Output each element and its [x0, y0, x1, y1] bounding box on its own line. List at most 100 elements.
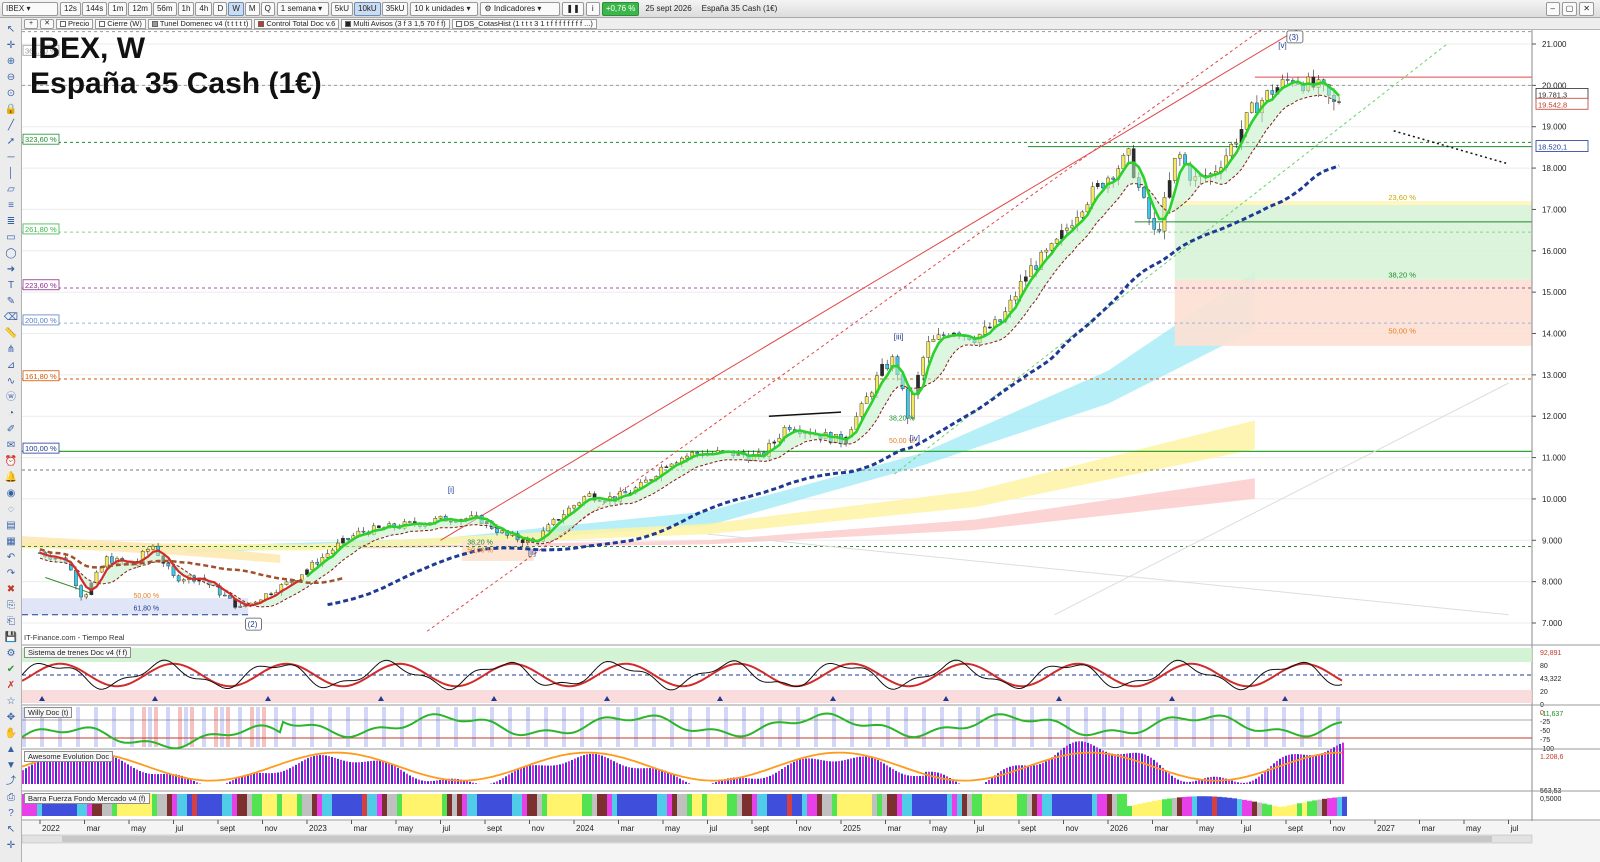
grid-icon[interactable]: ▦	[3, 534, 19, 549]
close-icon[interactable]: ✕	[1579, 1, 1594, 16]
awesome-histogram-bar	[493, 782, 495, 784]
pause-button[interactable]: ❚❚	[562, 1, 584, 16]
delete-icon[interactable]: ✗	[3, 678, 19, 693]
eye-icon[interactable]: ◉	[3, 486, 19, 501]
rectangle-icon[interactable]: ▭	[3, 230, 19, 245]
up-icon[interactable]: ▲	[3, 742, 19, 757]
add-indicator-icon[interactable]: +	[24, 18, 38, 29]
trend-line-icon[interactable]: ╱	[3, 118, 19, 133]
period-selector[interactable]: 1 semana ▾	[276, 1, 329, 16]
pencil-icon[interactable]: ✎	[3, 294, 19, 309]
timeframe-button-m[interactable]: M	[244, 1, 260, 16]
fib-retracement-icon[interactable]: ≡	[3, 198, 19, 213]
star-icon[interactable]: ☆	[3, 694, 19, 709]
crosshair-icon[interactable]: ✛	[3, 838, 19, 853]
timeframe-button-144s[interactable]: 144s	[81, 1, 108, 16]
indicator-tab[interactable]: Multi Avisos (3 f 3 1,5 70 f f)	[341, 18, 450, 29]
ray-line-icon[interactable]: ➚	[3, 134, 19, 149]
wave-label-icon[interactable]: ⓦ	[3, 390, 19, 405]
panel-title[interactable]: Barra Fuerza Fondo Mercado v4 (f)	[24, 793, 150, 804]
ellipse-icon[interactable]: ◯	[3, 246, 19, 261]
indicator-tab[interactable]: DS_CotasHist (1 t t t 3 1 t f f f f f f …	[451, 18, 597, 29]
chart-canvas[interactable]: 361,80 %323,60 %261,80 %223,60 %200,00 %…	[22, 30, 1600, 862]
save-icon[interactable]: 💾	[3, 630, 19, 645]
note-icon[interactable]: ✉	[3, 438, 19, 453]
minimize-icon[interactable]: –	[1545, 1, 1560, 16]
hand-icon[interactable]: ✋	[3, 726, 19, 741]
cursor-icon[interactable]: ↖	[3, 822, 19, 837]
size-button-35ku[interactable]: 35kU	[381, 1, 409, 16]
brush-icon[interactable]: ✐	[3, 422, 19, 437]
cycle-icon[interactable]: ◔	[3, 406, 19, 421]
magnet-icon[interactable]: ⊙	[3, 86, 19, 101]
size-button-5ku[interactable]: 5kU	[330, 1, 354, 16]
settings-icon[interactable]: ⚙	[3, 646, 19, 661]
barra-block	[882, 794, 887, 816]
panel-title[interactable]: Awesome Evolution Doc	[24, 751, 114, 762]
indicator-color-swatch[interactable]	[99, 20, 106, 27]
layers-icon[interactable]: ▤	[3, 518, 19, 533]
fib-extension-icon[interactable]: ≣	[3, 214, 19, 229]
copy-icon[interactable]: ⎘	[3, 598, 19, 613]
maximize-icon[interactable]: ▢	[1561, 1, 1578, 16]
timeframe-button-d[interactable]: D	[213, 1, 228, 16]
undo-icon[interactable]: ↶	[3, 550, 19, 565]
awesome-histogram-bar	[523, 766, 525, 784]
close-indicator-icon[interactable]: ✕	[40, 18, 54, 29]
vertical-line-icon[interactable]: │	[3, 166, 19, 181]
pitchfork-icon[interactable]: ⋔	[3, 342, 19, 357]
eraser-icon[interactable]: ⌫	[3, 310, 19, 325]
elliott-wave-icon[interactable]: ∿	[3, 374, 19, 389]
timeframe-button-1h[interactable]: 1h	[177, 1, 195, 16]
alarm-icon[interactable]: ⏰	[3, 454, 19, 469]
indicators-button[interactable]: ⚙ Indicadores ▾	[480, 1, 561, 16]
crosshair-icon[interactable]: ✛	[3, 38, 19, 53]
lock-icon[interactable]: 🔒	[3, 102, 19, 117]
chart-area[interactable]: 361,80 % 323,60 % 261,80 % 223,60 % 200,00 %…	[22, 30, 1600, 862]
gann-icon[interactable]: ⊿	[3, 358, 19, 373]
down-icon[interactable]: ▼	[3, 758, 19, 773]
ruler-icon[interactable]: 📏	[3, 326, 19, 341]
timeframe-button-1m[interactable]: 1m	[108, 1, 128, 16]
help-icon[interactable]: ?	[3, 806, 19, 821]
indicator-color-swatch[interactable]	[345, 20, 352, 27]
panel-title[interactable]: Willy Doc (t)	[24, 707, 73, 718]
indicator-tab[interactable]: Cierre (W)	[95, 18, 146, 29]
cursor-icon[interactable]: ↖	[3, 22, 19, 37]
timeframe-button-4h[interactable]: 4h	[195, 1, 213, 16]
zoom-icon[interactable]: ⊕	[3, 54, 19, 69]
trash-icon[interactable]: ✖	[3, 582, 19, 597]
print-icon[interactable]: ⎙	[3, 790, 19, 805]
awesome-histogram-bar	[1252, 780, 1254, 784]
indicator-tab[interactable]: Tunel Domenec v4 (t t t t t)	[147, 18, 253, 29]
panel-title[interactable]: Sistema de trenes Doc v4 (f f)	[24, 647, 132, 658]
indicator-tab[interactable]: Precio	[56, 18, 94, 29]
text-icon[interactable]: T	[3, 278, 19, 293]
size-button-10ku[interactable]: 10kU	[354, 1, 381, 16]
zoom-out-icon[interactable]: ⊖	[3, 70, 19, 85]
checkbox-icon[interactable]: ✔	[3, 662, 19, 677]
redo-icon[interactable]: ↷	[3, 566, 19, 581]
channel-icon[interactable]: ▱	[3, 182, 19, 197]
bell-icon[interactable]: 🔔	[3, 470, 19, 485]
indicator-color-swatch[interactable]	[60, 20, 66, 27]
indicator-color-swatch[interactable]	[258, 20, 265, 27]
timeframe-button-q[interactable]: Q	[260, 1, 275, 16]
timeframe-button-12m[interactable]: 12m	[128, 1, 152, 16]
indicator-color-swatch[interactable]	[151, 20, 158, 27]
timeframe-button-w[interactable]: W	[228, 1, 244, 16]
symbol-selector[interactable]: IBEX ▾	[2, 1, 58, 16]
share-icon[interactable]: ⤴	[3, 774, 19, 789]
move-icon[interactable]: ✥	[3, 710, 19, 725]
indicator-tab[interactable]: Control Total Doc v.6	[254, 18, 340, 29]
info-button[interactable]: i	[585, 1, 600, 16]
hide-icon[interactable]: ◌	[3, 502, 19, 517]
paste-icon[interactable]: ⎗	[3, 614, 19, 629]
awesome-histogram-bar	[313, 755, 315, 784]
indicator-color-swatch[interactable]	[455, 20, 462, 27]
units-selector[interactable]: 10 k unidades ▾	[410, 1, 479, 16]
horizontal-line-icon[interactable]: ─	[3, 150, 19, 165]
arrow-icon[interactable]: ➜	[3, 262, 19, 277]
timeframe-button-56m[interactable]: 56m	[152, 1, 177, 16]
timeframe-button-12s[interactable]: 12s	[60, 1, 81, 16]
